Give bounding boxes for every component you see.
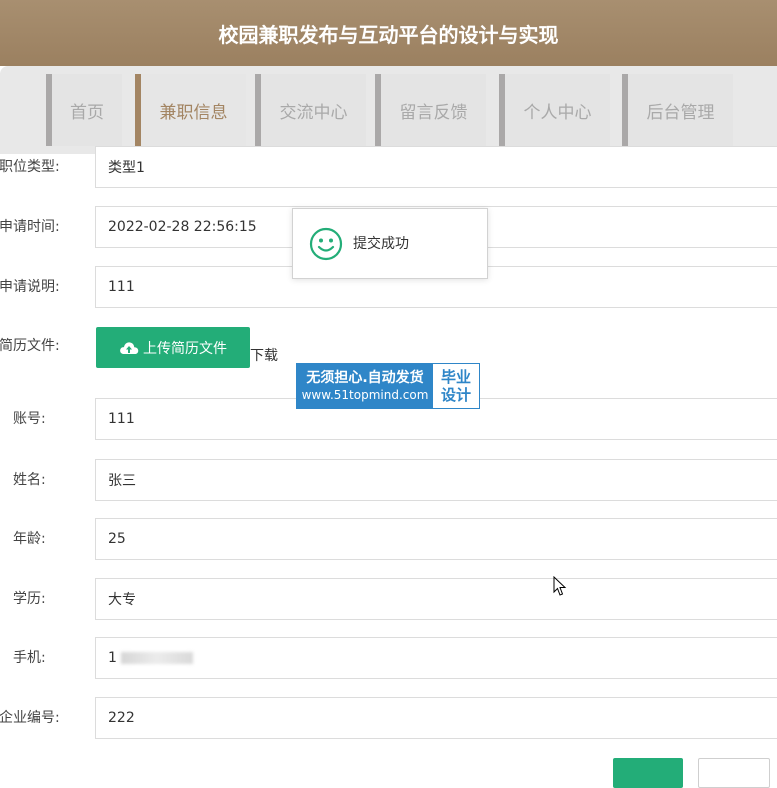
nav-item-label: 个人中心 (523, 102, 592, 123)
mouse-cursor-icon (553, 576, 567, 596)
toast-message: 提交成功 (353, 235, 409, 252)
nav-item-label: 后台管理 (646, 102, 715, 123)
phone-value: 1 (108, 650, 117, 666)
smile-icon (309, 227, 343, 260)
name-label: 姓名: (13, 472, 46, 488)
company-no-field[interactable] (95, 697, 777, 739)
job-type-label: 职位类型: (0, 159, 60, 175)
nav-item-home[interactable]: 首页 (46, 74, 122, 146)
phone-label: 手机: (13, 650, 46, 666)
page-header: 校园兼职发布与互动平台的设计与实现 (0, 0, 777, 66)
nav-item-admin[interactable]: 后台管理 (622, 74, 733, 146)
age-field[interactable] (95, 518, 777, 560)
form-row-job-type: 职位类型: (0, 146, 777, 188)
age-label: 年龄: (13, 531, 46, 547)
watermark-right-line2: 设计 (440, 386, 471, 404)
nav-item-label: 首页 (70, 102, 104, 123)
form-row-age: 年龄: (0, 518, 777, 560)
cloud-upload-icon (120, 341, 139, 354)
watermark-line1: 无须担心.自动发货 (306, 370, 424, 386)
job-type-field[interactable] (95, 146, 777, 188)
reset-button[interactable] (698, 758, 770, 788)
watermark-left: 无须担心.自动发货 www.51topmind.com (297, 364, 433, 408)
education-label: 学历: (13, 591, 46, 607)
form-row-education: 学历: (0, 578, 777, 620)
download-resume-link[interactable]: 下载 (250, 345, 278, 365)
watermark-right: 毕业 设计 (433, 364, 479, 408)
nav-item-jobs[interactable]: 兼职信息 (135, 74, 246, 146)
success-toast: 提交成功 (292, 208, 488, 279)
watermark-right-line1: 毕业 (440, 368, 471, 386)
apply-desc-label: 申请说明: (0, 279, 60, 295)
nav-item-label: 兼职信息 (159, 102, 228, 123)
nav-item-profile[interactable]: 个人中心 (499, 74, 610, 146)
form-row-phone: 手机: 1 (0, 637, 777, 679)
nav-item-label: 留言反馈 (399, 102, 468, 123)
submit-button[interactable] (613, 758, 683, 788)
apply-time-label: 申请时间: (0, 219, 60, 235)
redacted-blur (120, 652, 193, 664)
company-no-label: 企业编号: (0, 710, 60, 726)
resume-label: 简历文件: (0, 338, 60, 354)
watermark-badge: 无须担心.自动发货 www.51topmind.com 毕业 设计 (296, 363, 480, 409)
upload-resume-label: 上传简历文件 (143, 340, 227, 357)
phone-field[interactable]: 1 (95, 637, 777, 679)
name-field[interactable] (95, 459, 777, 501)
nav-item-feedback[interactable]: 留言反馈 (375, 74, 486, 146)
education-field[interactable] (95, 578, 777, 620)
form-row-name: 姓名: (0, 459, 777, 501)
site-title: 校园兼职发布与互动平台的设计与实现 (218, 22, 559, 47)
form-row-company-no: 企业编号: (0, 697, 777, 739)
nav-item-label: 交流中心 (279, 102, 348, 123)
main-nav: 首页 兼职信息 交流中心 留言反馈 个人中心 后台管理 (0, 66, 777, 154)
nav-item-forum[interactable]: 交流中心 (255, 74, 366, 146)
upload-resume-button[interactable]: 上传简历文件 (96, 327, 250, 368)
account-label: 账号: (13, 411, 46, 427)
watermark-line2: www.51topmind.com (301, 388, 429, 402)
